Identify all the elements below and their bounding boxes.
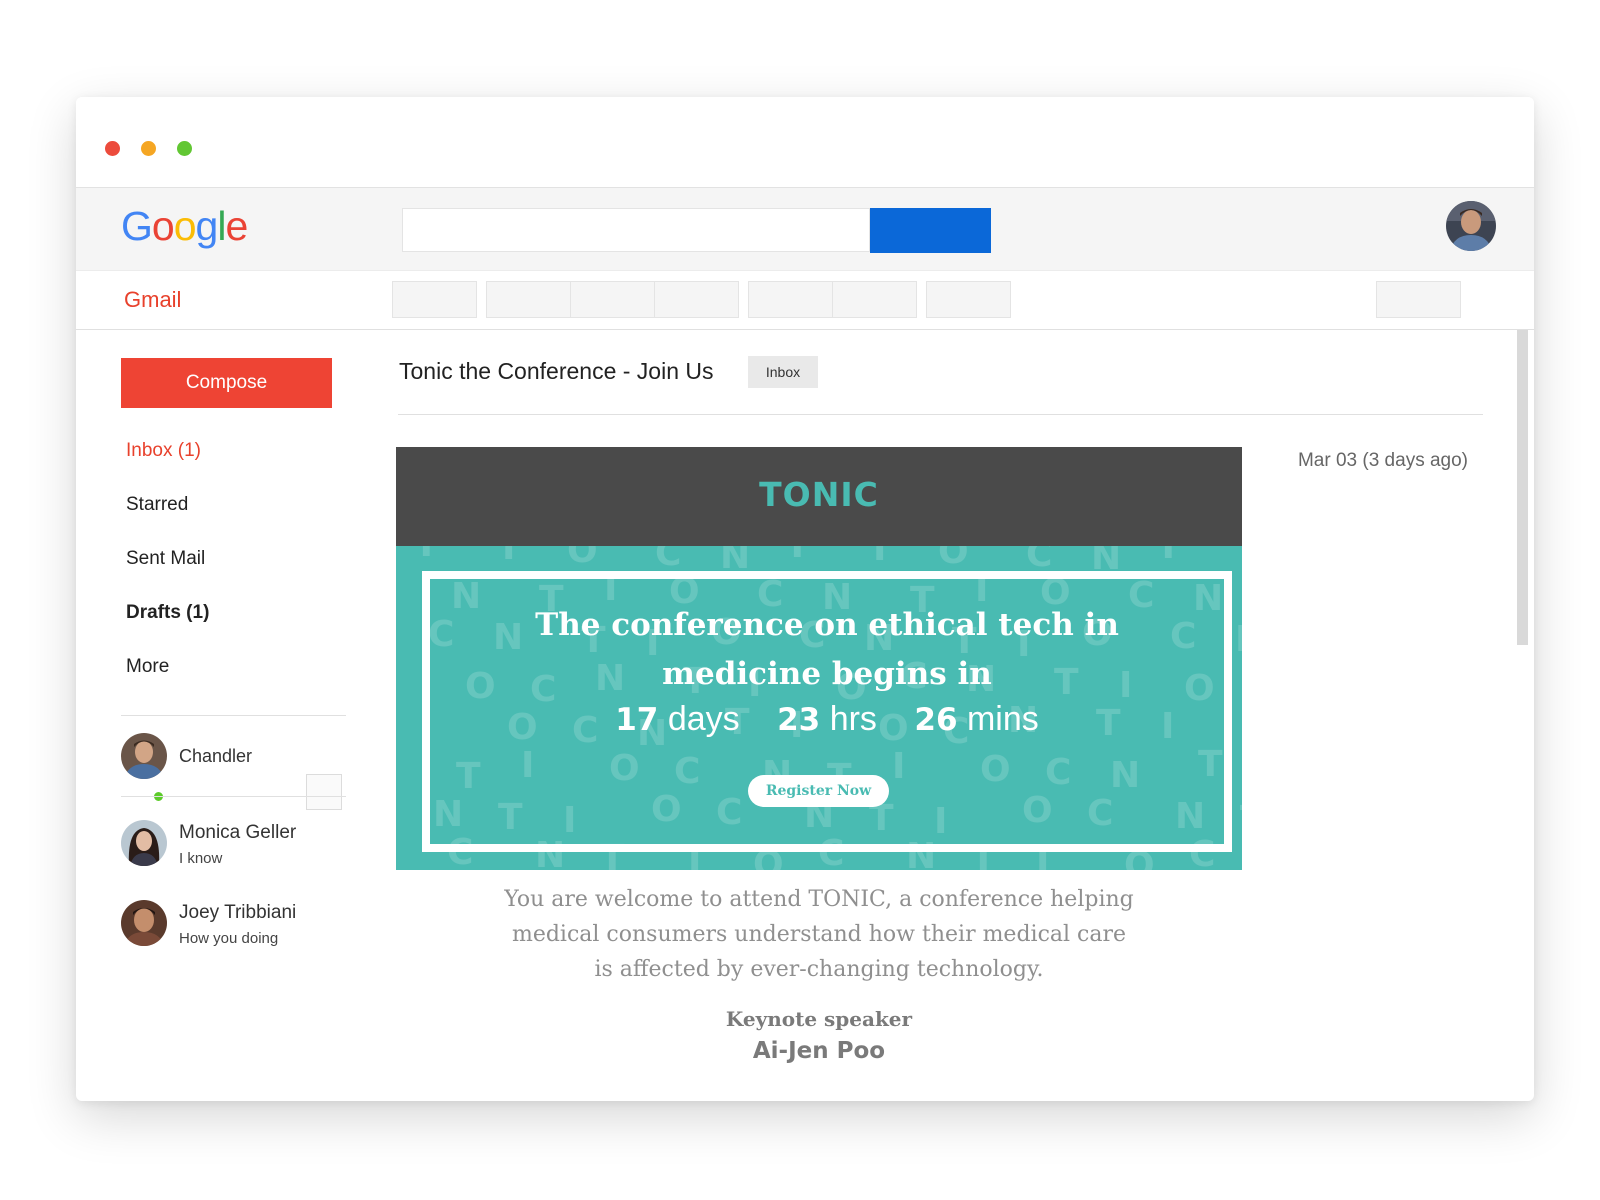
close-window-button[interactable] [105, 141, 120, 156]
google-logo-letter: o [151, 203, 175, 249]
pattern-letter: N [1235, 619, 1242, 660]
email-body: TONIC TIOCNTIOCNTINTIOCNTIOCNTCNTIOCNTIO… [396, 447, 1242, 1087]
headline-line-2: medicine begins in [662, 656, 992, 692]
action-button-group [486, 281, 739, 318]
google-logo-letter: e [225, 203, 248, 249]
move-to-button[interactable] [749, 282, 833, 317]
inbox-label-chip[interactable]: Inbox [748, 356, 818, 388]
banner-headline: The conference on ethical tech in medici… [430, 601, 1224, 699]
gmail-label[interactable]: Gmail [124, 287, 181, 313]
pattern-letter: T [1240, 799, 1242, 840]
more-actions-button[interactable] [926, 281, 1011, 318]
google-logo-letter: G [121, 203, 153, 249]
pattern-letter: I [873, 546, 886, 569]
account-avatar[interactable] [1446, 201, 1496, 251]
keynote-label: Keynote speaker [725, 1007, 913, 1031]
keynote-speaker-name: Ai-Jen Poo [752, 1038, 886, 1064]
title-bar [76, 97, 1534, 188]
subject-divider [398, 414, 1483, 415]
browser-window: Google Gmail Compose Inbox (1) Starred S… [76, 97, 1534, 1101]
register-now-button[interactable]: Register Now [748, 775, 889, 807]
pattern-letter: T [414, 546, 439, 565]
pattern-letter: O [938, 546, 969, 572]
minimize-window-button[interactable] [141, 141, 156, 156]
scrollbar[interactable] [1517, 330, 1528, 645]
labels-button[interactable] [833, 282, 916, 317]
countdown-days-unit: days [667, 700, 740, 738]
report-spam-button[interactable] [571, 282, 655, 317]
gmail-toolbar: Gmail [76, 271, 1534, 330]
archive-button[interactable] [487, 282, 571, 317]
description-line-1: You are welcome to attend TONIC, a confe… [504, 887, 1134, 912]
pattern-letter: T [785, 546, 810, 566]
select-checkbox-button[interactable] [392, 281, 477, 318]
email-subject: Tonic the Conference - Join Us [399, 358, 714, 384]
description-line-2: medical consumers understand how their m… [511, 922, 1127, 947]
countdown-mins-unit: mins [966, 700, 1039, 738]
headline-line-1: The conference on ethical tech in [535, 607, 1119, 643]
pattern-letter: T [1156, 546, 1181, 567]
email-date: Mar 03 (3 days ago) [1297, 450, 1468, 471]
email-description: You are welcome to attend TONIC, a confe… [396, 882, 1242, 987]
google-logo-letter: g [195, 203, 219, 249]
settings-button[interactable] [1376, 281, 1461, 318]
user-avatar-icon [1446, 201, 1496, 251]
description-line-3: is affected by ever-changing technology. [594, 957, 1044, 982]
tonic-logo: TONIC [759, 475, 879, 514]
delete-button[interactable] [655, 282, 738, 317]
search-input[interactable] [402, 208, 870, 252]
message-view: Tonic the Conference - Join Us Inbox Mar… [76, 330, 1534, 1101]
move-label-button-group [748, 281, 917, 318]
countdown-frame: The conference on ethical tech in medici… [422, 571, 1232, 852]
google-logo-letter: o [173, 203, 197, 249]
countdown-mins-value: 26 [914, 702, 958, 738]
search-button[interactable] [870, 208, 991, 253]
countdown-timer: 17 days 23 hrs 26 mins [430, 700, 1224, 739]
newsletter-header: TONIC [396, 447, 1242, 546]
countdown-banner: TIOCNTIOCNTINTIOCNTIOCNTCNTIOCNTIOCNOCNT… [396, 546, 1242, 870]
pattern-letter: C [655, 546, 681, 574]
maximize-window-button[interactable] [177, 141, 192, 156]
google-top-bar: Google [76, 188, 1534, 271]
pattern-letter: O [567, 546, 598, 571]
countdown-hrs-unit: hrs [829, 700, 877, 738]
google-logo[interactable]: Google [121, 203, 248, 250]
pattern-letter: I [502, 546, 515, 568]
countdown-hrs-value: 23 [777, 702, 821, 738]
countdown-days-value: 17 [615, 702, 659, 738]
